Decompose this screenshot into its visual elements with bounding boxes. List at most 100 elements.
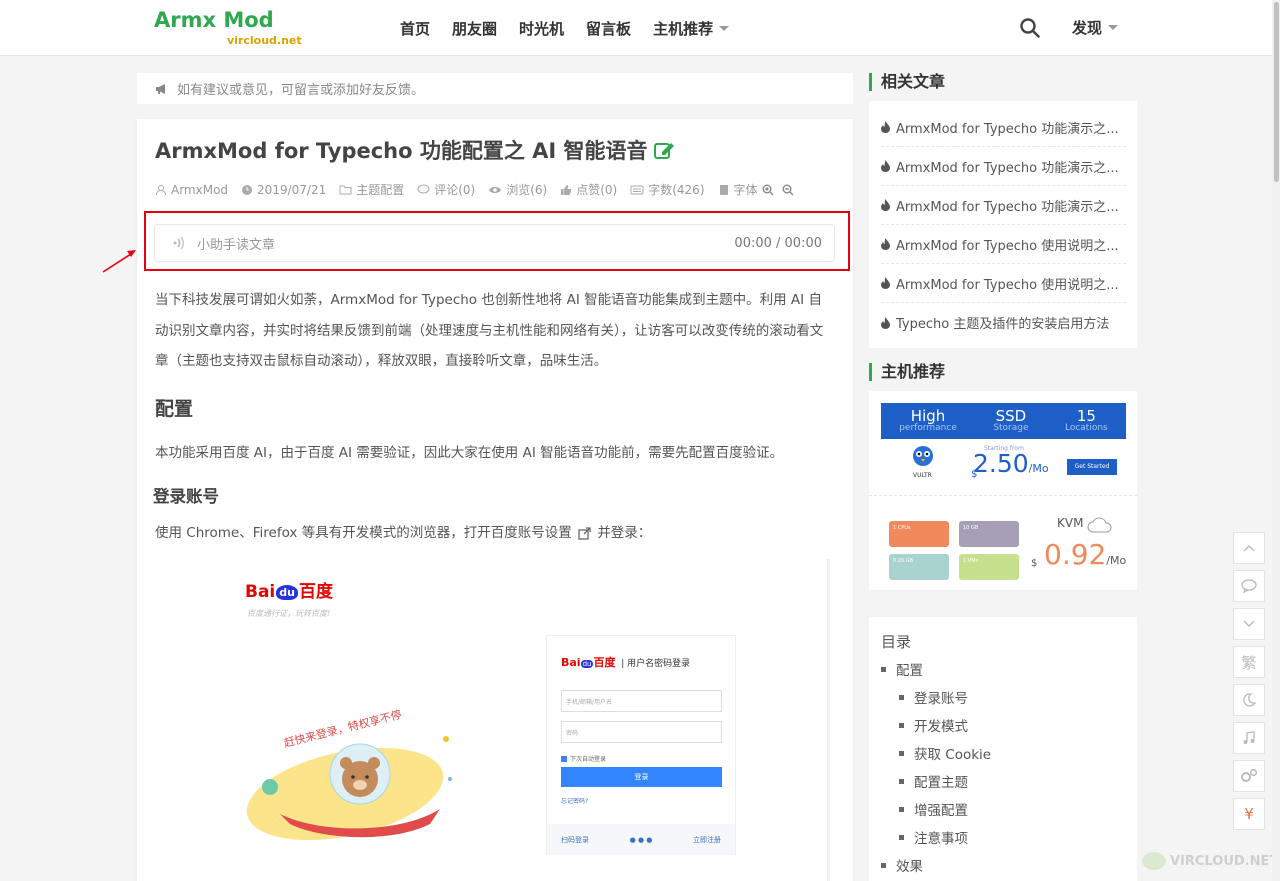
vultr-features: High performance SSD Storage 15 Locations [881,403,1126,439]
related-item[interactable]: ArmxMod for Typecho 使用说明之... [881,225,1126,264]
table-of-contents: 目录 配置 登录账号 开发模式 获取 Cookie 配置主题 增强配置 注意事项… [869,617,1137,881]
social-icons: ● ● ● [629,835,653,844]
baidu-logo-cn: 百度 [298,582,333,602]
related-item[interactable]: ArmxMod for Typecho 功能演示之... [881,108,1126,147]
nav-home[interactable]: 首页 [400,18,430,39]
related-item[interactable]: ArmxMod for Typecho 功能演示之... [881,147,1126,186]
kvm-label: KVM [1057,516,1084,530]
related-item-label: ArmxMod for Typecho 使用说明之... [896,238,1119,254]
kvm-banner[interactable]: 1 CPUs 10 GB 0.20 GB 1 VMs KVM $ 0.92/Mo [881,506,1126,588]
vultr-price-value: 2.50 [973,449,1029,478]
related-item[interactable]: ArmxMod for Typecho 使用说明之... [881,264,1126,303]
watermark-text: VIRCLOUD.NET [1170,853,1279,869]
nav-timemachine[interactable]: 时光机 [519,18,564,39]
meta-date: 2019/07/21 [241,183,326,197]
folder-icon [339,185,352,195]
toc-item-enhance[interactable]: 增强配置 [899,799,968,819]
sound-waves-icon[interactable] [171,235,187,251]
vultr-feature-2-sub: Storage [993,423,1029,433]
kvm-price-per: /Mo [1106,554,1127,567]
login-password-field: 密码 [561,721,722,743]
logo-main: Armx Mod [154,8,274,32]
traditional-chinese-button[interactable]: 繁 [1233,646,1265,678]
kvm-card-ram: 0.20 GB [889,554,949,580]
meta-likes[interactable]: 点赞(0) [560,181,617,198]
comment-icon [1241,579,1257,593]
logo-sub: vircloud.net [227,34,302,47]
toc-item-devmode[interactable]: 开发模式 [899,715,968,735]
toc-item-login[interactable]: 登录账号 [899,687,968,707]
related-item-label: ArmxMod for Typecho 功能演示之... [896,199,1119,215]
site-logo[interactable]: Armx Mod vircloud.net [154,8,302,50]
chevron-down-icon [1243,620,1255,627]
vultr-feature-1-sub: performance [899,423,957,433]
zoom-out-icon[interactable] [782,184,794,196]
settings-button[interactable] [1233,760,1265,792]
nav-hosts[interactable]: 主机推荐 [653,18,730,39]
login-logo-cn: 百度 [593,656,616,669]
baidu-login-form: Bai du 百度 | 用户名密码登录 手机/邮箱/用户名 密码 下次自动登录 登录… [546,635,736,855]
zoom-in-icon[interactable] [762,184,774,196]
notice-text: 如有建议或意见，可留言或添加好友反馈。 [177,83,425,98]
external-link-icon[interactable] [578,526,591,540]
scroll-bottom-button[interactable] [1233,608,1265,640]
baidu-tagline: 百度通行证，玩转百度! [247,609,331,618]
meta-author-text: ArmxMod [171,182,229,197]
nav-guestbook[interactable]: 留言板 [586,18,631,39]
comment-button[interactable] [1233,570,1265,602]
chevron-up-icon [1243,545,1255,552]
vultr-feature-3: 15 [1076,407,1096,425]
slogan-text: 赶快来登录，特权享不停 [282,707,403,750]
discover-label: 发现 [1072,19,1103,37]
scroll-top-button[interactable] [1233,532,1265,564]
vultr-mascot-icon [913,446,933,466]
related-item[interactable]: Typecho 主题及插件的安装启用方法 [881,303,1126,342]
login-footer: 扫码登录 ● ● ● 立即注册 [547,824,735,855]
toc-item-notes[interactable]: 注意事项 [899,827,968,847]
player-time: 00:00 / 00:00 [734,235,822,251]
login-logo-du: du [580,660,594,668]
vultr-banner[interactable]: High performance SSD Storage 15 Locations V… [881,403,1126,481]
chevron-down-icon [719,25,730,31]
meta-comments[interactable]: 评论(0) [417,181,475,198]
meta-words-text: 字数(426) [648,183,705,197]
host-divider [869,495,1137,496]
kvm-card-vms: 1 VMs [959,554,1019,580]
audio-player[interactable]: 小助手读文章 00:00 / 00:00 [154,224,835,262]
toc-item-effect[interactable]: 效果 [881,855,923,875]
gears-icon [1241,768,1258,782]
toc-item-cookie[interactable]: 获取 Cookie [899,743,991,763]
page-scrollbar-thumb[interactable] [1274,2,1279,182]
music-button[interactable] [1233,722,1265,754]
vultr-get-started[interactable]: Get Started [1067,459,1117,475]
meta-category[interactable]: 主题配置 [339,181,404,198]
megaphone-icon [156,83,165,94]
fire-icon [881,199,890,211]
meta-font-text: 字体 [733,183,758,197]
vultr-feature-2: SSD [995,407,1027,425]
edit-icon[interactable] [653,140,676,160]
related-item-label: Typecho 主题及插件的安装启用方法 [896,317,1110,332]
related-item-label: ArmxMod for Typecho 使用说明之... [896,277,1119,293]
meta-words: 字数(426) [630,181,705,198]
vultr-feature-1: High [910,407,946,425]
thumbs-up-icon [561,184,572,195]
vultr-price-per: /Mo [1028,462,1049,475]
music-note-icon [1243,731,1255,744]
fire-icon [881,238,890,250]
toc-item-theme[interactable]: 配置主题 [899,771,968,791]
donate-button[interactable]: ¥ [1233,798,1265,830]
nav-friends[interactable]: 朋友圈 [452,18,497,39]
night-mode-button[interactable] [1233,684,1265,716]
toc-item-config[interactable]: 配置 [881,659,923,679]
user-icon [156,184,166,195]
hosts-title: 主机推荐 [869,363,945,381]
meta-likes-text: 点赞(0) [576,183,618,197]
clock-icon [242,184,253,195]
related-item[interactable]: ArmxMod for Typecho 功能演示之... [881,186,1126,225]
search-icon[interactable] [1019,17,1041,39]
discover-menu[interactable]: 发现 [1072,17,1119,38]
meta-author[interactable]: ArmxMod [155,183,228,197]
notice-bar: 如有建议或意见，可留言或添加好友反馈。 [137,73,853,104]
nav-hosts-label: 主机推荐 [653,19,714,38]
